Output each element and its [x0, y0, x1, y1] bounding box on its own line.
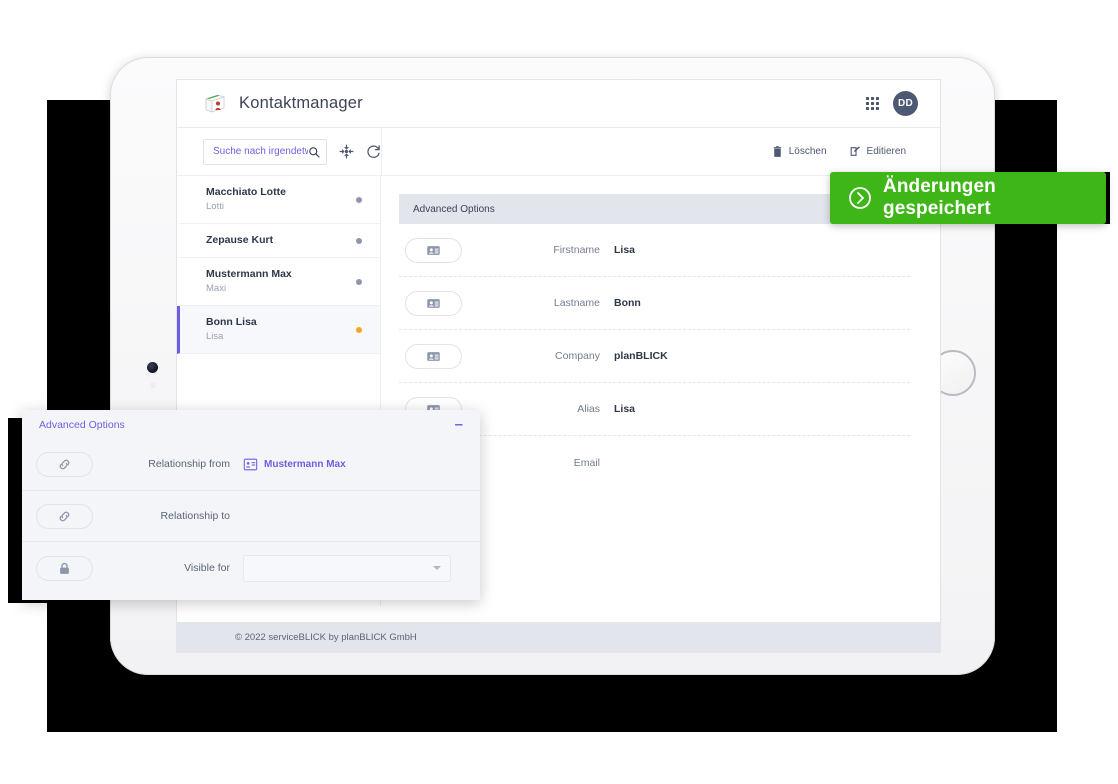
field-row-lastname[interactable]: Lastname Bonn	[399, 277, 910, 330]
delete-label: Löschen	[788, 146, 827, 157]
contact-alias: Lisa	[206, 331, 224, 342]
link-icon-pill	[36, 503, 93, 529]
contact-name: Macchiato Lotte	[206, 186, 286, 198]
pencil-square-icon	[850, 146, 860, 156]
status-badge: Änderungen gespeichert	[830, 172, 1106, 224]
app-header: Kontaktmanager DD	[177, 80, 940, 128]
camera-icon	[147, 362, 158, 373]
contact-name: Bonn Lisa	[206, 316, 257, 328]
sensor-icon	[150, 382, 156, 388]
list-item[interactable]: Mustermann Max Maxi	[177, 258, 380, 306]
lock-icon	[60, 562, 69, 574]
circle-arrow-right-icon	[849, 187, 871, 209]
field-value: Bonn	[614, 297, 641, 309]
advanced-options-overlay: Advanced Options – Relationship from Mus…	[22, 410, 480, 600]
footer-text: © 2022 serviceBLICK by planBLICK GmbH	[235, 631, 417, 643]
apps-grid-icon[interactable]	[866, 97, 879, 110]
toolbar: Löschen Editieren	[177, 128, 940, 176]
trash-icon	[773, 146, 782, 157]
overlay-label: Relationship from	[148, 458, 230, 470]
list-item[interactable]: Bonn Lisa Lisa	[177, 306, 380, 354]
status-dot	[356, 326, 362, 333]
status-dot	[356, 237, 362, 244]
contact-alias: Maxi	[206, 283, 227, 294]
field-value: Lisa	[614, 403, 636, 415]
search-box[interactable]	[203, 138, 327, 165]
lock-icon-pill	[36, 555, 93, 581]
avatar[interactable]: DD	[893, 91, 918, 116]
overlay-label: Visible for	[184, 562, 230, 574]
contact-card-icon-pill	[405, 290, 462, 316]
contact-book-icon	[204, 94, 226, 113]
field-label: Company	[555, 350, 600, 362]
contact-alias: Lotti	[206, 201, 224, 212]
overlay-header: Advanced Options –	[22, 410, 480, 438]
overlay-title: Advanced Options	[39, 419, 125, 431]
relationship-from-chip[interactable]: Mustermann Max	[243, 458, 346, 471]
toast-message: Änderungen gespeichert	[883, 176, 996, 219]
field-label: Lastname	[553, 297, 600, 309]
field-value: planBLICK	[614, 350, 668, 362]
app-title: Kontaktmanager	[239, 94, 363, 112]
overlay-row-relationship-to[interactable]: Relationship to	[22, 490, 480, 542]
field-label: Firstname	[553, 244, 600, 256]
overlay-row-relationship-from[interactable]: Relationship from Mustermann Max	[22, 438, 480, 490]
contact-card-icon	[243, 458, 258, 470]
field-row-firstname[interactable]: Firstname Lisa	[399, 224, 910, 277]
search-zone	[177, 138, 381, 165]
contact-card-icon	[427, 351, 440, 361]
search-input[interactable]	[213, 146, 308, 157]
contact-card-icon	[427, 245, 440, 255]
list-item[interactable]: Macchiato Lotte Lotti	[177, 176, 380, 224]
edit-label: Editieren	[866, 146, 906, 157]
edit-button[interactable]: Editieren	[849, 145, 906, 158]
list-item[interactable]: Zepause Kurt	[177, 224, 380, 258]
app-footer: © 2022 serviceBLICK by planBLICK GmbH	[177, 622, 940, 652]
contact-name: Mustermann Max	[206, 268, 292, 280]
link-icon-pill	[36, 451, 93, 477]
relationship-from-value: Mustermann Max	[264, 458, 346, 470]
status-dot	[356, 196, 362, 203]
field-row-company[interactable]: Company planBLICK	[399, 330, 910, 383]
refresh-icon[interactable]	[366, 144, 381, 159]
link-icon	[59, 511, 70, 521]
move-add-icon[interactable]	[339, 144, 354, 159]
link-icon	[59, 459, 70, 469]
overlay-label: Relationship to	[160, 510, 230, 522]
status-dot	[356, 278, 362, 285]
chevron-down-icon	[433, 566, 441, 570]
delete-button[interactable]: Löschen	[771, 145, 827, 158]
field-label: Alias	[577, 403, 600, 415]
minimize-button[interactable]: –	[455, 417, 463, 432]
advanced-options-label: Advanced Options	[413, 203, 495, 215]
overlay-row-visible-for[interactable]: Visible for	[22, 542, 480, 594]
field-value: Lisa	[614, 244, 636, 256]
contact-card-icon-pill	[405, 343, 462, 369]
toolbar-actions: Löschen Editieren	[381, 128, 940, 175]
contact-card-icon-pill	[405, 237, 462, 263]
visible-for-select[interactable]	[243, 554, 451, 582]
search-icon[interactable]	[308, 146, 320, 158]
field-label: Email	[573, 456, 600, 469]
contact-name: Zepause Kurt	[206, 234, 274, 246]
contact-card-icon	[427, 298, 440, 308]
